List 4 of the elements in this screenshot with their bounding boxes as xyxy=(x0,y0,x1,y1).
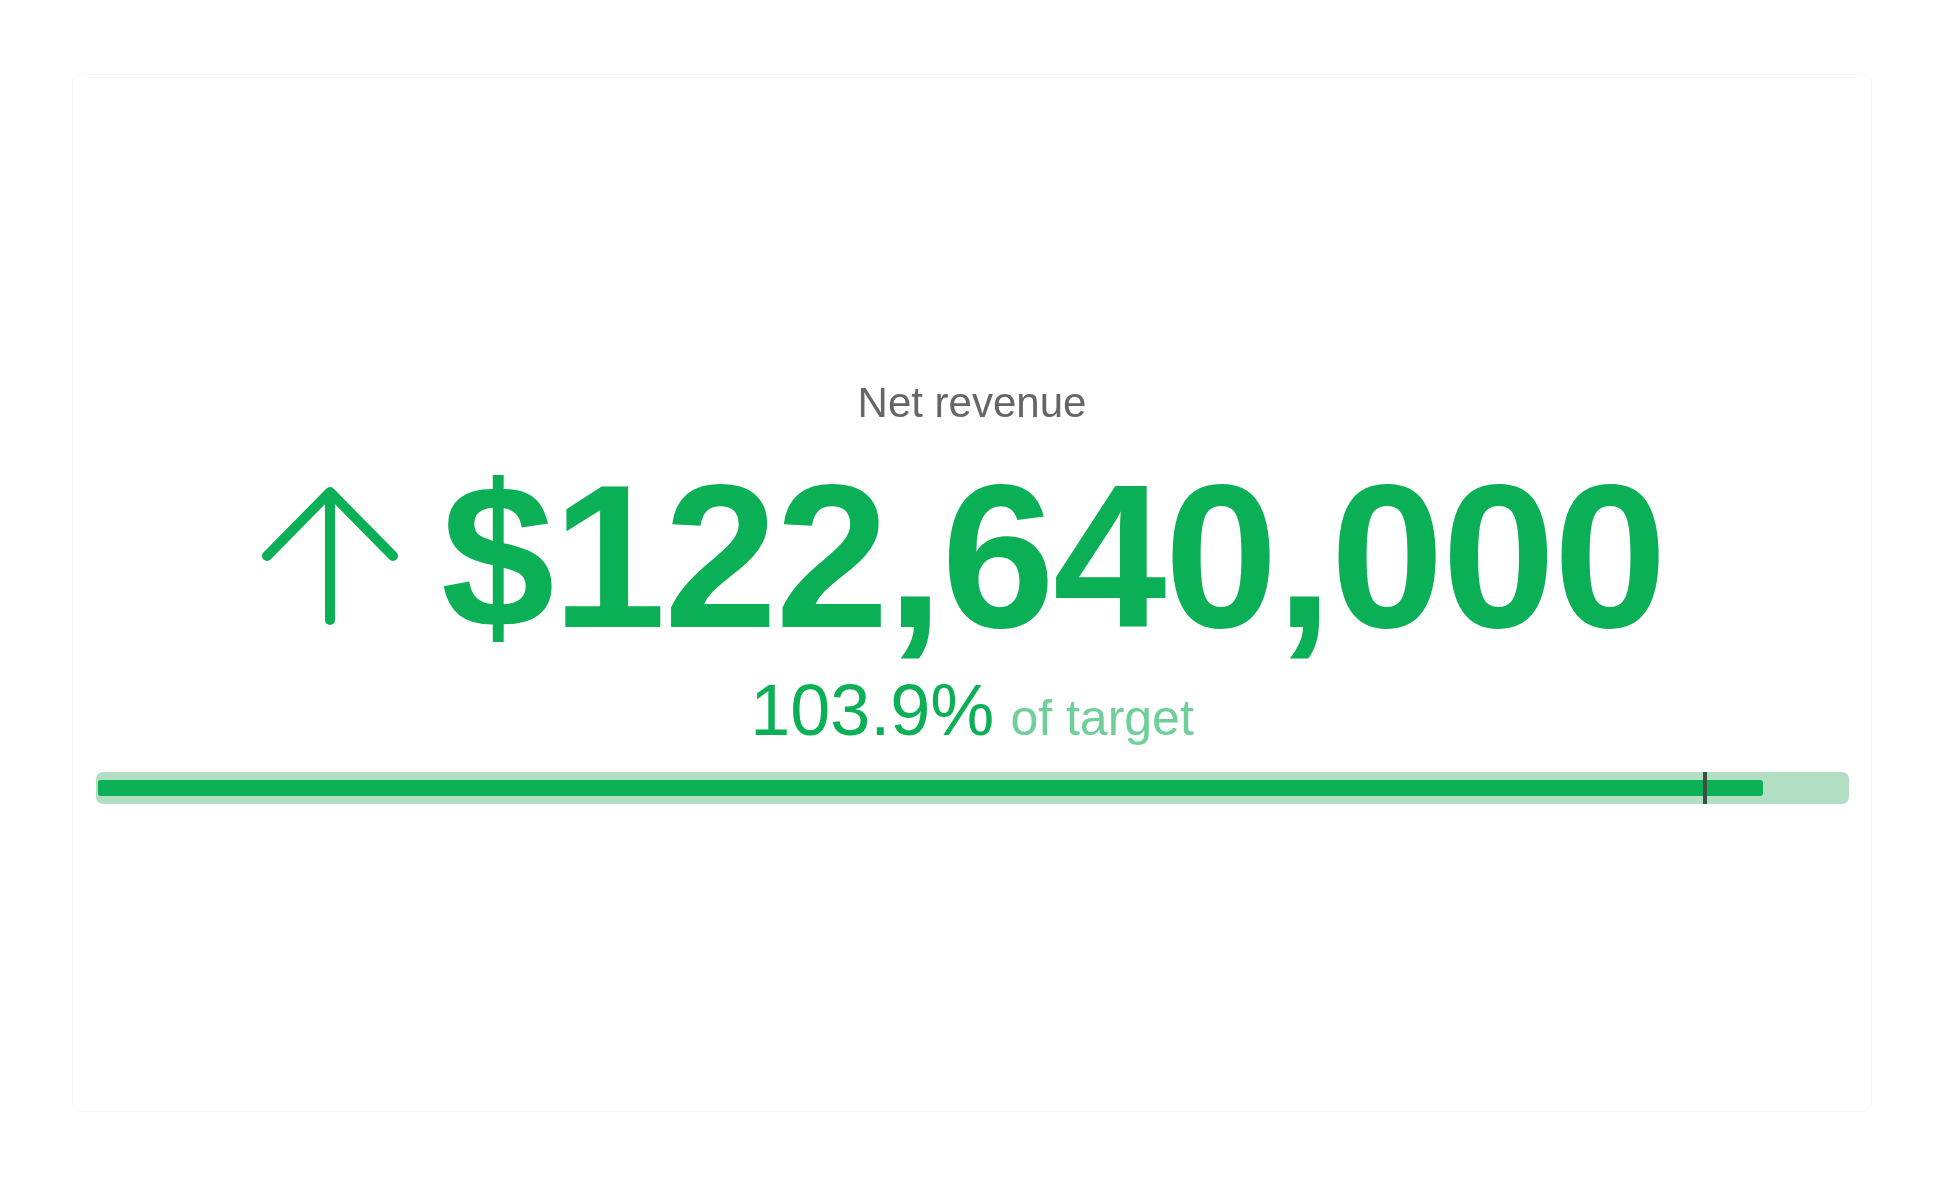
kpi-title: Net revenue xyxy=(857,382,1087,424)
percent-caption: of target xyxy=(1010,693,1194,743)
kpi-value: $122,640,000 xyxy=(441,454,1665,658)
percent-value: 103.9% xyxy=(750,674,995,746)
